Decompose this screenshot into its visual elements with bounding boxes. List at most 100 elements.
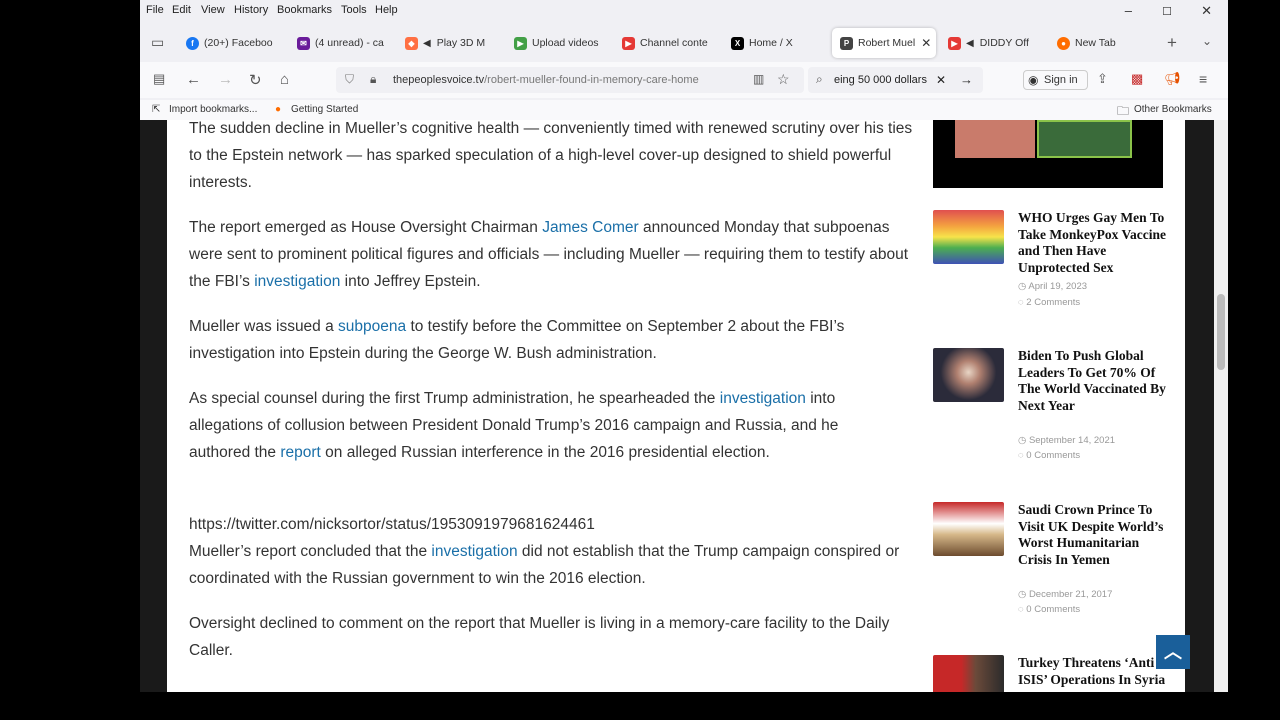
sign-in-button[interactable]: ◉ Sign in — [1023, 70, 1088, 90]
reload-icon[interactable]: ↻ — [249, 71, 262, 89]
upload-icon: ▶ — [514, 36, 527, 50]
tab-label: DIDDY Off — [979, 37, 1029, 49]
browser-window: File Edit View History Bookmarks Tools H… — [140, 0, 1228, 692]
hamburger-menu-icon[interactable]: ≡ — [1199, 71, 1207, 87]
reader-view-icon[interactable]: ▥ — [753, 72, 764, 86]
shield-icon[interactable]: ⛉ — [345, 72, 354, 87]
paragraph: The sudden decline in Mueller’s cognitiv… — [189, 120, 913, 191]
tab-robert-mueller[interactable]: P Robert Muel ✕ — [832, 28, 936, 58]
menu-view[interactable]: View — [201, 4, 225, 16]
post-title[interactable]: Turkey Threatens ‘Anti ISIS’ Operations … — [1018, 655, 1166, 688]
back-icon[interactable]: ← — [186, 71, 201, 88]
paragraph: https://twitter.com/nicksortor/status/19… — [189, 511, 919, 592]
tab-label: Play 3D M — [436, 37, 486, 49]
tab-label: New Tab — [1075, 37, 1116, 49]
tweet-url[interactable]: https://twitter.com/nicksortor/status/19… — [189, 516, 595, 533]
tab-label: Upload videos — [532, 37, 599, 49]
post-title[interactable]: Saudi Crown Prince To Visit UK Despite W… — [1018, 502, 1166, 568]
tab-mail[interactable]: ✉ (4 unread) - ca — [297, 28, 387, 58]
menu-tools[interactable]: Tools — [341, 4, 367, 16]
article-page: The sudden decline in Mueller’s cognitiv… — [167, 120, 1185, 692]
promo-image — [1037, 120, 1132, 158]
scrollbar-thumb[interactable] — [1217, 294, 1225, 370]
text: Mueller was issued a — [189, 318, 339, 335]
post-date: ◷ April 19, 2023 — [1018, 281, 1087, 292]
import-bookmarks-link[interactable]: Import bookmarks... — [169, 104, 257, 115]
menu-bar: File Edit View History Bookmarks Tools H… — [140, 0, 1228, 22]
tab-facebook[interactable]: f (20+) Faceboo — [186, 28, 281, 58]
menu-file[interactable]: File — [146, 4, 164, 16]
extensions-icon[interactable]: ⇪ — [1097, 71, 1108, 87]
close-window-icon[interactable]: ✕ — [1201, 3, 1212, 19]
post-title[interactable]: Biden To Push Global Leaders To Get 70% … — [1018, 348, 1166, 414]
james-comer-link[interactable]: James Comer — [542, 219, 638, 236]
clock-icon: ◷ — [1018, 281, 1029, 292]
scroll-to-top-button[interactable]: ︿ — [1156, 635, 1190, 669]
menu-edit[interactable]: Edit — [172, 4, 191, 16]
sidebar-icon[interactable]: ▤ — [153, 71, 165, 87]
tab-upload[interactable]: ▶ Upload videos — [514, 28, 604, 58]
date-text: December 21, 2017 — [1028, 589, 1113, 600]
url-text: thepeoplesvoice.tv/robert-mueller-found-… — [393, 74, 743, 86]
speaker-icon[interactable]: ◀ — [423, 38, 431, 49]
other-bookmarks-link[interactable]: Other Bookmarks — [1134, 104, 1212, 115]
post-title[interactable]: WHO Urges Gay Men To Take MonkeyPox Vacc… — [1018, 210, 1166, 276]
subpoena-link[interactable]: subpoena — [338, 318, 406, 335]
text: into Jeffrey Epstein. — [340, 273, 481, 290]
tab-overview-icon[interactable]: ▭ — [151, 34, 164, 51]
text: The report emerged as House Oversight Ch… — [189, 219, 543, 236]
investigation-link[interactable]: investigation — [431, 543, 517, 560]
post-thumbnail[interactable] — [933, 502, 1004, 556]
tab-new[interactable]: ● New Tab — [1057, 28, 1137, 58]
post-thumbnail[interactable] — [933, 210, 1004, 264]
search-bar[interactable]: ⌕ eing 50 000 dollars ✕ → — [808, 67, 983, 93]
bookmark-star-icon[interactable]: ☆ — [777, 71, 790, 88]
clock-icon: ◷ — [1018, 589, 1029, 600]
promo-image — [955, 120, 1035, 158]
chevron-up-icon: ︿ — [1164, 642, 1182, 662]
firefox-icon: ● — [1057, 36, 1070, 50]
lock-icon[interactable]: 🔒︎ — [370, 72, 376, 87]
tab-game[interactable]: ◆ ◀ Play 3D M — [405, 28, 495, 58]
extension-addon-icon[interactable]: ▩ — [1131, 71, 1143, 87]
chevron-down-icon[interactable]: ⌄ — [1202, 34, 1212, 48]
minimize-icon[interactable]: – — [1125, 3, 1132, 18]
tab-channel[interactable]: ▶ Channel conte — [622, 28, 714, 58]
text: As special counsel during the first Trum… — [189, 390, 720, 407]
investigation-link[interactable]: investigation — [720, 390, 806, 407]
firefox-icon: ● — [275, 104, 282, 115]
date-text: September 14, 2021 — [1028, 435, 1116, 446]
report-link[interactable]: report — [280, 444, 321, 461]
speaker-icon[interactable]: ◀ — [966, 38, 974, 49]
menu-bookmarks[interactable]: Bookmarks — [277, 4, 332, 16]
close-tab-icon[interactable]: ✕ — [921, 36, 931, 50]
menu-help[interactable]: Help — [375, 4, 398, 16]
paragraph: As special counsel during the first Trum… — [189, 385, 879, 466]
post-thumbnail[interactable] — [933, 348, 1004, 402]
post-thumbnail[interactable] — [933, 655, 1004, 692]
getting-started-link[interactable]: Getting Started — [291, 104, 358, 115]
maximize-icon[interactable]: ☐ — [1162, 5, 1172, 18]
clear-search-icon[interactable]: ✕ — [936, 73, 946, 87]
menu-history[interactable]: History — [234, 4, 268, 16]
megaphone-icon[interactable]: 📢︎ — [1164, 71, 1181, 87]
vertical-scrollbar[interactable] — [1214, 120, 1228, 692]
navigation-bar: ▤ ← → ↻ ⌂ ⛉ 🔒︎ thepeoplesvoice.tv/robert… — [140, 62, 1228, 98]
investigation-link[interactable]: investigation — [254, 273, 340, 290]
tab-diddy[interactable]: ▶ ◀ DIDDY Off — [948, 28, 1043, 58]
post-comments[interactable]: ◌ 0 Comments — [1018, 450, 1080, 461]
forward-icon[interactable]: → — [218, 71, 233, 88]
home-icon[interactable]: ⌂ — [280, 71, 289, 88]
youtube-icon: ▶ — [622, 36, 635, 50]
promo-banner[interactable] — [933, 120, 1163, 188]
tab-x[interactable]: X Home / X — [731, 28, 821, 58]
tab-label: (20+) Faceboo — [204, 37, 273, 49]
post-comments[interactable]: ◌ 2 Comments — [1018, 297, 1080, 308]
post-comments[interactable]: ◌ 0 Comments — [1018, 604, 1080, 615]
paragraph: The report emerged as House Oversight Ch… — [189, 214, 919, 295]
url-bar[interactable]: ⛉ 🔒︎ thepeoplesvoice.tv/robert-mueller-f… — [336, 67, 804, 93]
new-tab-icon[interactable]: + — [1167, 33, 1177, 53]
search-go-icon[interactable]: → — [960, 72, 973, 87]
search-input[interactable]: eing 50 000 dollars — [834, 74, 927, 86]
paragraph: Mueller was issued a subpoena to testify… — [189, 313, 919, 367]
